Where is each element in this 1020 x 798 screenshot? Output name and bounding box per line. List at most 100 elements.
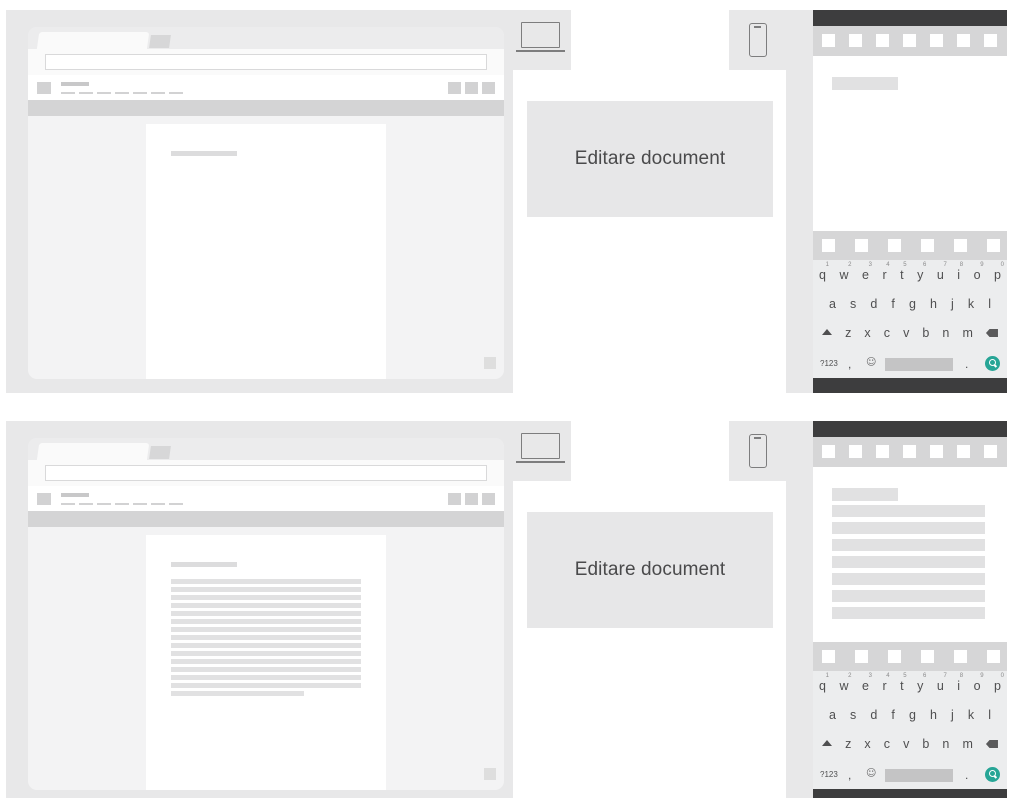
chat-button[interactable] [484, 768, 496, 780]
key-b[interactable]: b [922, 326, 929, 340]
format-button[interactable] [954, 650, 967, 663]
document-title[interactable] [61, 493, 89, 497]
space-key[interactable] [885, 358, 953, 371]
toolbar-button[interactable] [984, 445, 997, 458]
shift-icon[interactable] [822, 737, 832, 751]
key-d[interactable]: d [870, 297, 877, 311]
key-i[interactable]: i8 [957, 673, 963, 693]
format-button[interactable] [822, 239, 835, 252]
toolbar-button[interactable] [876, 34, 889, 47]
key-r[interactable]: r4 [882, 262, 889, 282]
emoji-icon[interactable]: ☺ [866, 357, 876, 368]
toolbar-button[interactable] [957, 34, 970, 47]
browser-tab[interactable] [36, 443, 150, 461]
key-n[interactable]: n [942, 326, 949, 340]
toolbar-button[interactable] [822, 445, 835, 458]
key-g[interactable]: g [909, 297, 916, 311]
format-button[interactable] [987, 239, 1000, 252]
key-o[interactable]: o9 [974, 673, 984, 693]
toolbar-button[interactable] [849, 34, 862, 47]
format-button[interactable] [888, 650, 901, 663]
key-i[interactable]: i8 [957, 262, 963, 282]
format-button[interactable] [888, 239, 901, 252]
key-w[interactable]: w2 [839, 262, 851, 282]
toolbar-button-3[interactable] [482, 493, 495, 505]
toolbar-button-2[interactable] [465, 82, 478, 94]
menu-tools[interactable] [151, 92, 165, 94]
toolbar-button-1[interactable] [448, 493, 461, 505]
key-x[interactable]: x [864, 737, 870, 751]
menu-help[interactable] [169, 503, 183, 505]
menu-file[interactable] [61, 503, 75, 505]
backspace-icon[interactable] [985, 326, 998, 340]
key-y[interactable]: y6 [917, 262, 926, 282]
toolbar-button-1[interactable] [448, 82, 461, 94]
key-x[interactable]: x [864, 326, 870, 340]
key-h[interactable]: h [930, 708, 937, 722]
key-r[interactable]: r4 [882, 673, 889, 693]
key-z[interactable]: z [845, 326, 851, 340]
space-key[interactable] [885, 769, 953, 782]
period-key[interactable]: . [965, 357, 968, 371]
key-u[interactable]: u7 [937, 673, 947, 693]
format-button[interactable] [987, 650, 1000, 663]
menu-insert[interactable] [115, 503, 129, 505]
key-l[interactable]: l [988, 297, 991, 311]
key-v[interactable]: v [903, 326, 909, 340]
shift-icon[interactable] [822, 326, 832, 340]
comma-key[interactable]: , [848, 768, 851, 782]
key-s[interactable]: s [850, 708, 856, 722]
symbols-key[interactable]: ?123 [820, 770, 838, 779]
format-button[interactable] [954, 239, 967, 252]
new-tab-button[interactable] [149, 446, 171, 459]
key-q[interactable]: q1 [819, 262, 829, 282]
menu-format[interactable] [133, 503, 147, 505]
menu-view[interactable] [97, 503, 111, 505]
key-m[interactable]: m [962, 326, 972, 340]
menu-format[interactable] [133, 92, 147, 94]
key-p[interactable]: p0 [994, 262, 1004, 282]
format-button[interactable] [855, 650, 868, 663]
toolbar-button[interactable] [930, 445, 943, 458]
address-bar[interactable] [45, 465, 487, 481]
key-j[interactable]: j [951, 708, 954, 722]
key-w[interactable]: w2 [839, 673, 851, 693]
document-title[interactable] [61, 82, 89, 86]
format-button[interactable] [921, 650, 934, 663]
key-n[interactable]: n [942, 737, 949, 751]
toolbar-button-3[interactable] [482, 82, 495, 94]
key-m[interactable]: m [962, 737, 972, 751]
key-k[interactable]: k [968, 708, 974, 722]
address-bar[interactable] [45, 54, 487, 70]
menu-file[interactable] [61, 92, 75, 94]
toolbar-button[interactable] [849, 445, 862, 458]
toolbar-button[interactable] [984, 34, 997, 47]
document-page[interactable] [146, 124, 386, 379]
key-z[interactable]: z [845, 737, 851, 751]
key-g[interactable]: g [909, 708, 916, 722]
new-tab-button[interactable] [149, 35, 171, 48]
key-p[interactable]: p0 [994, 673, 1004, 693]
key-e[interactable]: e3 [862, 673, 872, 693]
toolbar-button[interactable] [903, 445, 916, 458]
document-area-mobile[interactable] [813, 56, 1007, 231]
toolbar-button[interactable] [822, 34, 835, 47]
key-a[interactable]: a [829, 708, 836, 722]
key-l[interactable]: l [988, 708, 991, 722]
symbols-key[interactable]: ?123 [820, 359, 838, 368]
toolbar-button[interactable] [876, 445, 889, 458]
key-t[interactable]: t5 [900, 262, 906, 282]
key-y[interactable]: y6 [917, 673, 926, 693]
backspace-icon[interactable] [985, 737, 998, 751]
toolbar-button[interactable] [957, 445, 970, 458]
chat-button[interactable] [484, 357, 496, 369]
key-d[interactable]: d [870, 708, 877, 722]
key-f[interactable]: f [891, 708, 894, 722]
key-e[interactable]: e3 [862, 262, 872, 282]
key-a[interactable]: a [829, 297, 836, 311]
menu-edit[interactable] [79, 503, 93, 505]
key-v[interactable]: v [903, 737, 909, 751]
toolbar-button[interactable] [903, 34, 916, 47]
browser-tab[interactable] [36, 32, 150, 50]
key-t[interactable]: t5 [900, 673, 906, 693]
